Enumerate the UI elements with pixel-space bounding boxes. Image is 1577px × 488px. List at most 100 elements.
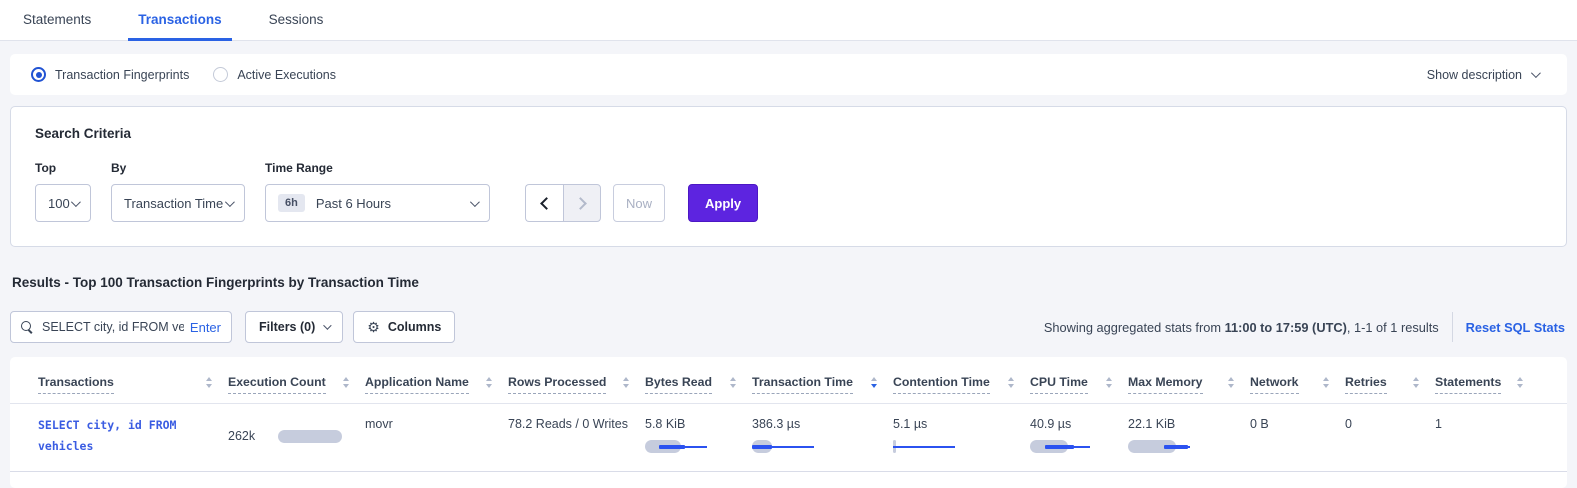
search-enter-button[interactable]: Enter: [190, 320, 221, 335]
cell-max-memory: 22.1 KiB: [1128, 415, 1250, 458]
column-header-label[interactable]: Retries: [1345, 375, 1387, 394]
statement-search-box: Enter: [10, 311, 232, 343]
show-description-label: Show description: [1427, 68, 1522, 82]
sort-icon[interactable]: [1517, 377, 1523, 388]
column-header-label[interactable]: Contention Time: [893, 375, 990, 394]
tab-sessions[interactable]: Sessions: [259, 0, 334, 41]
column-header-label[interactable]: Max Memory: [1128, 375, 1203, 394]
columns-button[interactable]: ⚙ Columns: [353, 311, 455, 343]
results-table-card: Transactions Execution Count Application…: [10, 357, 1567, 488]
chevron-left-icon: [540, 197, 553, 210]
radio-active-executions-label: Active Executions: [237, 68, 336, 82]
search-criteria-card: Search Criteria Top 100 By Transaction T…: [10, 106, 1567, 247]
column-header-contention-time: Contention Time: [893, 375, 1030, 394]
sort-icon[interactable]: [206, 377, 212, 388]
chevron-down-icon: [470, 197, 480, 207]
sort-icon[interactable]: [1323, 377, 1329, 388]
max-memory-value: 22.1 KiB: [1128, 417, 1175, 431]
by-select[interactable]: Transaction Time: [111, 184, 245, 222]
sort-icon[interactable]: [1413, 377, 1419, 388]
column-header-retries: Retries: [1345, 375, 1435, 394]
radio-selected-icon: [31, 67, 46, 82]
time-window-arrows: [525, 184, 601, 222]
cell-execution-count: 262k: [228, 415, 365, 458]
column-header-label[interactable]: Transactions: [38, 375, 114, 394]
column-header-label[interactable]: Transaction Time: [752, 375, 853, 394]
search-criteria-form: Top 100 By Transaction Time Time Range 6…: [35, 161, 1542, 222]
tab-statements[interactable]: Statements: [13, 0, 101, 41]
sort-icon[interactable]: [623, 377, 629, 388]
sort-icon[interactable]: [1228, 377, 1234, 388]
table-row: SELECT city, id FROM vehicles 262k movr …: [10, 404, 1567, 472]
cell-rows-processed: 78.2 Reads / 0 Writes: [508, 415, 645, 458]
column-header-label[interactable]: Network: [1250, 375, 1299, 394]
by-label: By: [111, 161, 245, 175]
cell-application-name: movr: [365, 415, 508, 458]
bytes-read-bar: [645, 440, 709, 453]
tab-transactions[interactable]: Transactions: [128, 0, 231, 41]
cell-bytes-read: 5.8 KiB: [645, 415, 752, 458]
search-icon: [21, 321, 34, 334]
column-header-label[interactable]: CPU Time: [1030, 375, 1088, 394]
cell-statements: 1: [1435, 415, 1539, 458]
radio-transaction-fingerprints-label: Transaction Fingerprints: [55, 68, 189, 82]
cell-transaction: SELECT city, id FROM vehicles: [38, 415, 228, 458]
contention-time-bar: [893, 440, 957, 453]
execution-count-value: 262k: [228, 429, 255, 443]
column-header-label[interactable]: Rows Processed: [508, 375, 606, 394]
search-input[interactable]: [42, 320, 184, 334]
top-select-value: 100: [48, 196, 70, 211]
column-header-label[interactable]: Execution Count: [228, 375, 326, 394]
by-field-group: By Transaction Time: [111, 161, 245, 222]
sort-icon[interactable]: [730, 377, 736, 388]
statements-value: 1: [1435, 417, 1442, 431]
radio-active-executions[interactable]: Active Executions: [213, 67, 336, 82]
chevron-down-icon: [225, 197, 235, 207]
radio-unselected-icon: [213, 67, 228, 82]
cpu-time-value: 40.9 µs: [1030, 417, 1071, 431]
column-header-transaction-time: Transaction Time: [752, 375, 893, 394]
column-header-transactions: Transactions: [38, 375, 228, 394]
retries-value: 0: [1345, 417, 1352, 431]
column-header-label[interactable]: Bytes Read: [645, 375, 712, 394]
cell-contention-time: 5.1 µs: [893, 415, 1030, 458]
column-header-label[interactable]: Statements: [1435, 375, 1501, 394]
chevron-down-icon: [1531, 68, 1541, 78]
filters-button[interactable]: Filters (0): [245, 311, 343, 343]
previous-time-window-button[interactable]: [525, 184, 563, 222]
column-header-rows-processed: Rows Processed: [508, 375, 645, 394]
chevron-down-icon: [71, 197, 81, 207]
top-select[interactable]: 100: [35, 184, 91, 222]
column-header-statements: Statements: [1435, 375, 1539, 394]
sort-icon[interactable]: [343, 377, 349, 388]
network-value: 0 B: [1250, 417, 1269, 431]
view-mode-card: Transaction Fingerprints Active Executio…: [10, 54, 1567, 95]
column-header-network: Network: [1250, 375, 1345, 394]
time-range-select[interactable]: 6h Past 6 Hours: [265, 184, 490, 222]
max-memory-bar: [1128, 440, 1192, 453]
cell-transaction-time: 386.3 µs: [752, 415, 893, 458]
top-label: Top: [35, 161, 91, 175]
application-name-value: movr: [365, 417, 393, 431]
apply-button[interactable]: Apply: [688, 184, 758, 222]
column-header-cpu-time: CPU Time: [1030, 375, 1128, 394]
columns-button-label: Columns: [388, 320, 441, 334]
transaction-time-bar: [752, 440, 816, 453]
radio-transaction-fingerprints[interactable]: Transaction Fingerprints: [31, 67, 189, 82]
reset-sql-stats-link[interactable]: Reset SQL Stats: [1466, 320, 1567, 335]
sort-icon[interactable]: [1106, 377, 1112, 388]
table-header-row: Transactions Execution Count Application…: [10, 369, 1567, 404]
gear-icon: ⚙: [367, 320, 380, 334]
next-time-window-button[interactable]: [563, 184, 601, 222]
results-heading: Results - Top 100 Transaction Fingerprin…: [12, 275, 1577, 290]
sort-icon[interactable]: [486, 377, 492, 388]
cell-retries: 0: [1345, 415, 1435, 458]
sort-icon[interactable]: [1008, 377, 1014, 388]
transaction-fingerprint-link[interactable]: SELECT city, id FROM vehicles: [38, 415, 198, 458]
chevron-down-icon: [323, 321, 331, 329]
chevron-right-icon: [574, 197, 587, 210]
column-header-label[interactable]: Application Name: [365, 375, 469, 394]
now-button[interactable]: Now: [613, 184, 665, 222]
sort-icon-descending-active[interactable]: [871, 377, 877, 388]
show-description-toggle[interactable]: Show description: [1427, 68, 1546, 82]
